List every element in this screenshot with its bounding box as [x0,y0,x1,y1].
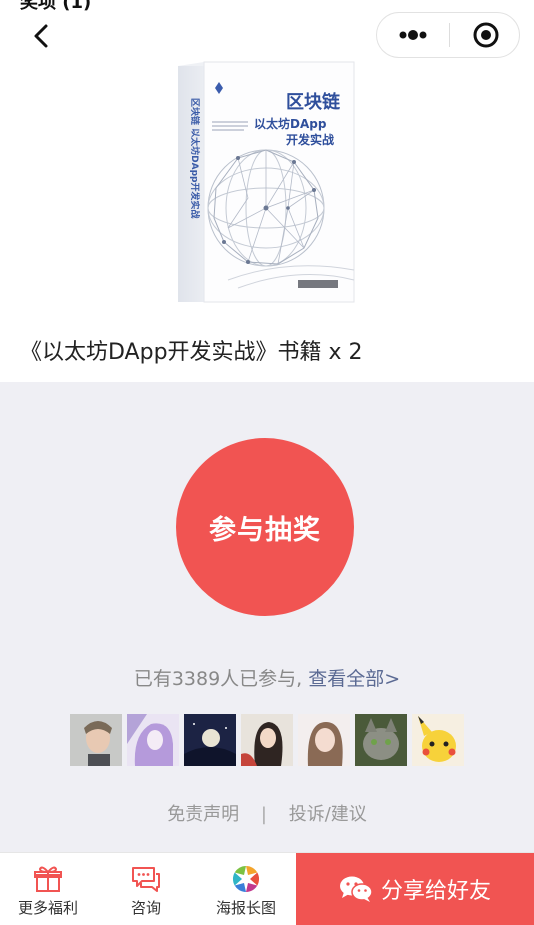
avatar[interactable] [127,714,179,766]
chevron-left-icon [34,24,48,48]
wechat-icon [339,876,373,902]
prize-section: 奖项 (1) 区块链 以太坊DApp开发实战 区块链 以太坊DApp 开发实战 … [0,0,534,382]
more-dots-icon [399,30,427,40]
consult-tab[interactable]: 咨询 [98,853,194,925]
share-label: 分享给好友 [380,879,491,904]
close-button[interactable] [450,13,520,57]
book-main-title: 区块链 [286,91,341,113]
poster-tab[interactable]: 海报长图 [196,853,296,925]
avatar[interactable] [241,714,293,766]
footer-separator: | [260,804,267,825]
join-lottery-button[interactable]: 参与抽奖 [176,438,354,616]
book-sub-title-1: 以太坊DApp [254,116,327,131]
avatar[interactable] [70,714,122,766]
complaint-link[interactable]: 投诉/建议 [289,804,367,825]
view-all-link[interactable]: 查看全部> [308,668,400,690]
avatar[interactable] [298,714,350,766]
aperture-icon [232,865,260,893]
avatar[interactable] [184,714,236,766]
chat-icon [132,867,160,892]
svg-text:区块链 以太坊DApp开发实战: 区块链 以太坊DApp开发实战 [189,98,201,218]
book-cover-image: 区块链 以太坊DApp开发实战 区块链 以太坊DApp 开发实战 [168,58,358,310]
back-button[interactable] [24,18,60,54]
book-sub-title-2: 开发实战 [286,132,334,147]
more-button[interactable] [377,13,449,57]
participants-summary: 已有3389人已参与, 查看全部> [0,664,534,691]
nav-title: 奖项 (1) [20,0,92,13]
more-benefits-tab[interactable]: 更多福利 [0,853,96,925]
consult-label: 咨询 [130,899,161,917]
target-close-icon [473,22,499,48]
footer-links: 免责声明 | 投诉/建议 [0,800,534,826]
participants-count-text: 已有3389人已参与, [133,668,303,690]
disclaimer-link[interactable]: 免责声明 [167,804,239,825]
avatar[interactable] [355,714,407,766]
gift-icon [34,866,62,892]
bottom-action-bar: 更多福利 咨询 海报长图 分享给好友 [0,852,534,925]
avatar[interactable] [412,714,464,766]
poster-label: 海报长图 [215,899,276,917]
avatar-list [70,714,470,766]
more-benefits-label: 更多福利 [17,899,78,917]
prize-title: 《以太坊DApp开发实战》书籍 x 2 [20,340,363,365]
share-to-friends-button[interactable]: 分享给好友 [296,853,534,925]
mini-program-capsule [376,12,520,58]
